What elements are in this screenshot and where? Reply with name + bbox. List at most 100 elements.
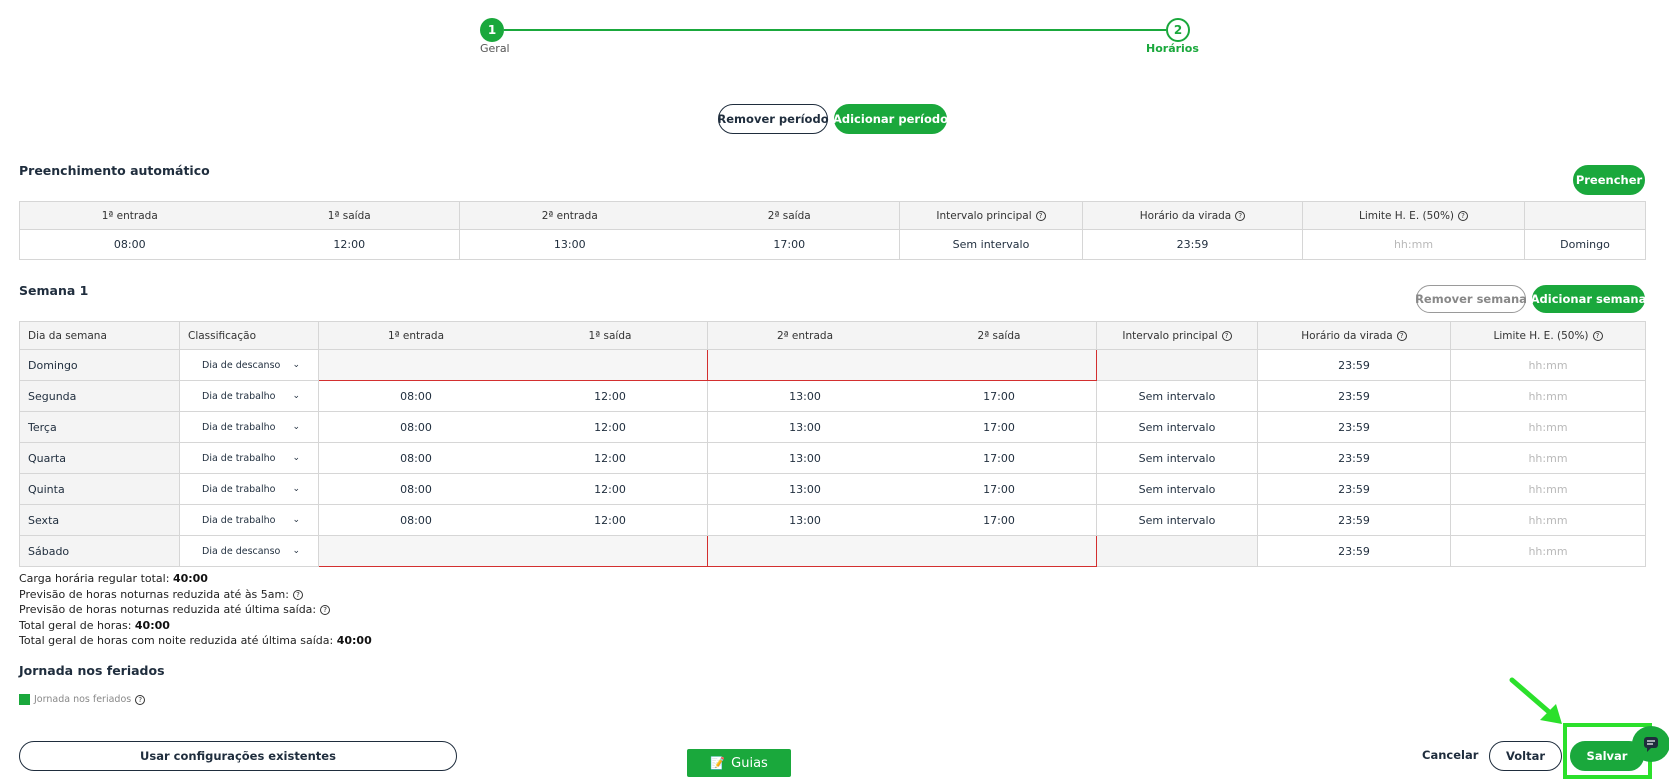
cancel-button[interactable]: Cancelar (1422, 748, 1478, 762)
classification-select[interactable]: Dia de descanso ⌄ (179, 349, 319, 381)
remove-period-button[interactable]: Remover período (717, 104, 829, 134)
auto-saida1-input[interactable]: 12:00 (240, 238, 459, 251)
auto-header-limite-label: Limite H. E. (50%) (1358, 209, 1455, 222)
auto-entrada1-input[interactable]: 08:00 (21, 238, 240, 251)
help-icon[interactable]: ? (320, 605, 331, 615)
period1-input[interactable]: 08:00 12:00 (318, 411, 708, 443)
chevron-down-icon: ⌄ (292, 515, 300, 525)
intervalo-select[interactable]: Sem intervalo (1096, 504, 1258, 536)
saida2-value: 17:00 (983, 420, 1015, 434)
period2-input[interactable] (707, 535, 1097, 567)
classification-select[interactable]: Dia de trabalho ⌄ (179, 442, 319, 474)
header-limite-label: Limite H. E. (50%) (1493, 329, 1589, 342)
limite-input[interactable]: hh:mm (1450, 411, 1646, 443)
summary-total-night-value: 40:00 (336, 634, 372, 647)
stepper-line (504, 29, 1166, 31)
limite-input[interactable]: hh:mm (1450, 535, 1646, 567)
auto-fill-values-row: 08:00 12:00 13:00 17:00 Sem intervalo 23… (19, 229, 1646, 260)
use-existing-config-button[interactable]: Usar configurações existentes (19, 741, 457, 771)
auto-header-saida1: 1ª saída (327, 209, 371, 222)
intervalo-select[interactable] (1096, 535, 1258, 567)
guias-button[interactable]: 📝 Guias (687, 749, 791, 777)
row-day: Sexta (19, 504, 180, 536)
virada-input[interactable]: 23:59 (1257, 442, 1451, 474)
classification-select[interactable]: Dia de trabalho ⌄ (179, 473, 319, 505)
period2-input[interactable]: 13:00 17:00 (707, 442, 1097, 474)
holiday-checkbox[interactable] (19, 694, 30, 705)
virada-input[interactable]: 23:59 (1257, 504, 1451, 536)
period2-input[interactable]: 13:00 17:00 (707, 504, 1097, 536)
auto-limite-input[interactable]: hh:mm (1302, 229, 1525, 260)
virada-input[interactable]: 23:59 (1257, 535, 1451, 567)
summary-night-5am-label: Previsão de horas noturnas reduzida até … (19, 587, 289, 601)
period2-input[interactable]: 13:00 17:00 (707, 411, 1097, 443)
help-icon[interactable]: ? (1592, 330, 1603, 341)
period1-input[interactable]: 08:00 12:00 (318, 504, 708, 536)
help-icon[interactable]: ? (1235, 210, 1246, 221)
help-icon[interactable]: ? (135, 694, 146, 705)
virada-input[interactable]: 23:59 (1257, 349, 1451, 381)
help-icon[interactable]: ? (1035, 210, 1046, 221)
help-icon[interactable]: ? (1396, 330, 1407, 341)
classification-select[interactable]: Dia de trabalho ⌄ (179, 504, 319, 536)
add-week-button[interactable]: Adicionar semana (1531, 285, 1646, 313)
help-icon[interactable]: ? (292, 589, 303, 600)
holidays-title: Jornada nos feriados (19, 663, 165, 678)
step-2-label: Horários (1146, 42, 1199, 55)
help-icon[interactable]: ? (1221, 330, 1232, 341)
saida1-value: 12:00 (594, 513, 626, 527)
hours-summary: Carga horária regular total: 40:00 Previ… (19, 571, 372, 649)
intervalo-select[interactable] (1096, 349, 1258, 381)
classification-value: Dia de descanso (202, 359, 281, 371)
auto-entrada2-input[interactable]: 13:00 (461, 238, 680, 251)
step-1-indicator[interactable]: 1 (480, 18, 504, 42)
intervalo-select[interactable]: Sem intervalo (1096, 442, 1258, 474)
back-button[interactable]: Voltar (1489, 741, 1562, 771)
period1-input[interactable] (318, 349, 708, 381)
classification-select[interactable]: Dia de trabalho ⌄ (179, 411, 319, 443)
period1-input[interactable]: 08:00 12:00 (318, 380, 708, 412)
fill-button[interactable]: Preencher (1573, 165, 1645, 195)
limite-input[interactable]: hh:mm (1450, 442, 1646, 474)
auto-header-entrada1: 1ª entrada (21, 210, 240, 222)
classification-value: Dia de descanso (202, 545, 281, 557)
summary-night-last: Previsão de horas noturnas reduzida até … (19, 602, 372, 618)
intervalo-select[interactable]: Sem intervalo (1096, 473, 1258, 505)
step-2-indicator[interactable]: 2 (1166, 18, 1190, 42)
auto-saida2-input[interactable]: 17:00 (680, 238, 899, 251)
period1-input[interactable]: 08:00 12:00 (318, 473, 708, 505)
limite-input[interactable]: hh:mm (1450, 349, 1646, 381)
auto-intervalo-select[interactable]: Sem intervalo (899, 229, 1083, 260)
virada-input[interactable]: 23:59 (1257, 411, 1451, 443)
period1-input[interactable]: 08:00 12:00 (318, 442, 708, 474)
chat-icon[interactable] (1632, 726, 1669, 762)
entrada2-value: 13:00 (789, 389, 821, 403)
saida1-value: 12:00 (594, 420, 626, 434)
header-day: Dia da semana (19, 321, 180, 350)
limite-input[interactable]: hh:mm (1450, 380, 1646, 412)
virada-input[interactable]: 23:59 (1257, 473, 1451, 505)
classification-value: Dia de trabalho (202, 483, 276, 495)
period2-input[interactable]: 13:00 17:00 (707, 473, 1097, 505)
summary-regular-value: 40:00 (172, 572, 208, 585)
classification-select[interactable]: Dia de trabalho ⌄ (179, 380, 319, 412)
header-virada: Horário da virada? (1257, 321, 1451, 350)
auto-virada-input[interactable]: 23:59 (1082, 229, 1303, 260)
period1-input[interactable] (318, 535, 708, 567)
limite-input[interactable]: hh:mm (1450, 504, 1646, 536)
intervalo-select[interactable]: Sem intervalo (1096, 380, 1258, 412)
intervalo-select[interactable]: Sem intervalo (1096, 411, 1258, 443)
remove-week-button[interactable]: Remover semana (1415, 285, 1527, 313)
add-period-button[interactable]: Adicionar período (833, 104, 948, 134)
limite-input[interactable]: hh:mm (1450, 473, 1646, 505)
virada-input[interactable]: 23:59 (1257, 380, 1451, 412)
entrada1-value: 08:00 (400, 451, 432, 465)
period2-input[interactable] (707, 349, 1097, 381)
summary-total-night: Total geral de horas com noite reduzida … (19, 633, 372, 649)
classification-select[interactable]: Dia de descanso ⌄ (179, 535, 319, 567)
auto-day-select[interactable]: Domingo (1524, 229, 1646, 260)
period2-input[interactable]: 13:00 17:00 (707, 380, 1097, 412)
header-period1: 1ª entrada 1ª saída (318, 321, 708, 350)
help-icon[interactable]: ? (1458, 210, 1469, 221)
holiday-checkbox-row[interactable]: Jornada nos feriados ? (19, 694, 146, 705)
